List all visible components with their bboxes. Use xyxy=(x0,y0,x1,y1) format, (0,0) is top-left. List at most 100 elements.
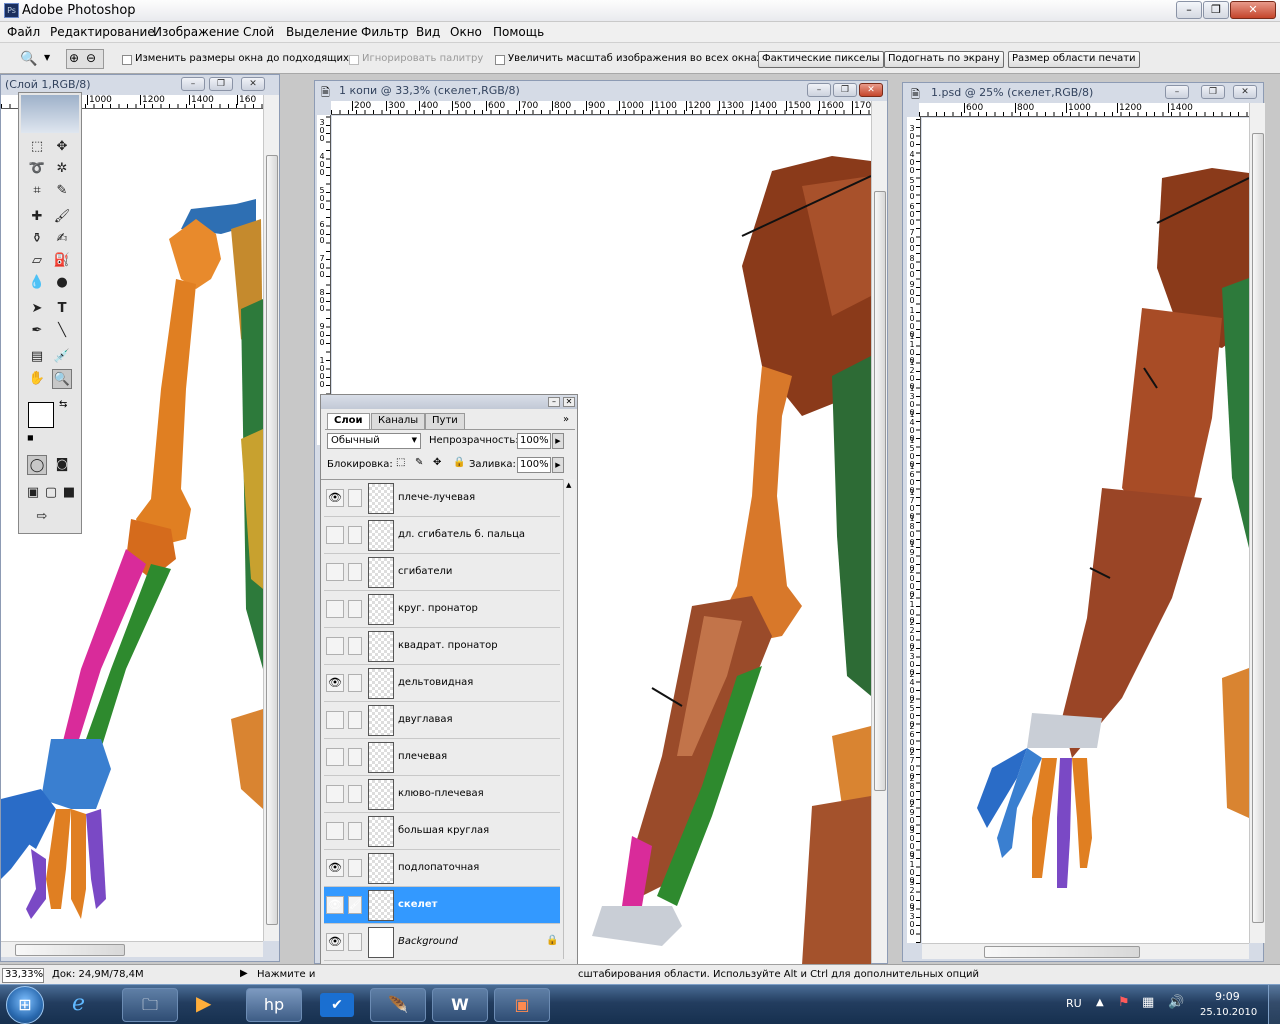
eye-icon[interactable]: 👁 xyxy=(326,859,344,877)
link-toggle[interactable] xyxy=(348,600,362,618)
menu-window[interactable]: Окно xyxy=(450,25,482,39)
marquee-tool-icon[interactable]: ⬚ xyxy=(27,137,47,157)
path-selection-tool-icon[interactable]: ➤ xyxy=(27,299,47,319)
full-screen-mode-icon[interactable]: ■ xyxy=(59,483,79,503)
eye-icon[interactable]: 👁 xyxy=(326,896,344,914)
link-toggle[interactable] xyxy=(348,933,362,951)
maximize-button[interactable]: ❐ xyxy=(1203,1,1229,19)
scroll-thumb[interactable] xyxy=(266,155,278,925)
layer-row[interactable]: двуглавая xyxy=(324,702,560,739)
hp-taskbar-button[interactable]: hp xyxy=(246,988,302,1022)
move-tool-icon[interactable]: ✥ xyxy=(52,137,72,157)
resize-windows-checkbox[interactable] xyxy=(122,55,132,65)
visibility-toggle[interactable] xyxy=(326,785,344,803)
doc-middle-vertical-scrollbar[interactable] xyxy=(871,101,887,963)
doc-middle-title[interactable]: 1 копи @ 33,3% (скелет,RGB/8) xyxy=(339,81,759,101)
fit-screen-button[interactable]: Подогнать по экрану xyxy=(884,51,1004,68)
lock-transparency-icon[interactable]: ⬚ xyxy=(396,457,405,468)
lock-position-icon[interactable]: ✥ xyxy=(433,457,441,468)
doc-left-maximize-button[interactable]: ❐ xyxy=(209,77,233,91)
scroll-up-icon[interactable]: ▲ xyxy=(566,481,571,489)
doc-middle-close-button[interactable]: ✕ xyxy=(859,83,883,97)
doc-middle-maximize-button[interactable]: ❐ xyxy=(833,83,857,97)
show-desktop-button[interactable] xyxy=(1268,985,1280,1024)
doc-right-vertical-scrollbar[interactable] xyxy=(1249,103,1265,943)
link-toggle[interactable] xyxy=(348,822,362,840)
visibility-toggle[interactable] xyxy=(326,822,344,840)
eyedropper-tool-icon[interactable]: 💉 xyxy=(52,347,72,367)
action-center-icon[interactable]: ⚑ xyxy=(1118,995,1130,1010)
default-colors-icon[interactable]: ◼ xyxy=(27,433,34,442)
link-toggle[interactable] xyxy=(348,674,362,692)
language-indicator[interactable]: RU xyxy=(1066,997,1082,1010)
layer-row[interactable]: дл. сгибатель б. пальца xyxy=(324,517,560,554)
tool-preset-dropdown-icon[interactable]: ▼ xyxy=(44,53,50,62)
magic-wand-tool-icon[interactable]: ✲ xyxy=(52,159,72,179)
visibility-toggle[interactable] xyxy=(326,600,344,618)
menu-help[interactable]: Помощь xyxy=(493,25,544,39)
doc-left-minimize-button[interactable]: – xyxy=(181,77,205,91)
full-screen-menu-mode-icon[interactable]: ▢ xyxy=(41,483,61,503)
layers-panel-titlebar[interactable] xyxy=(321,395,577,409)
doc-right-maximize-button[interactable]: ❐ xyxy=(1201,85,1225,99)
link-toggle[interactable] xyxy=(348,637,362,655)
actual-pixels-button[interactable]: Фактические пикселы xyxy=(758,51,884,68)
link-toggle[interactable] xyxy=(348,785,362,803)
menu-file[interactable]: Файл xyxy=(7,25,40,39)
menu-edit[interactable]: Редактирование xyxy=(50,25,155,39)
opacity-input[interactable]: 100% xyxy=(517,433,551,449)
panel-menu-icon[interactable]: » xyxy=(563,414,569,425)
doc-right-minimize-button[interactable]: – xyxy=(1165,85,1189,99)
history-brush-tool-icon[interactable]: ✍ xyxy=(52,229,72,249)
layer-row[interactable]: 👁 дельтовидная xyxy=(324,665,560,702)
visibility-toggle[interactable] xyxy=(326,748,344,766)
standard-mode-icon[interactable]: ◯ xyxy=(27,455,47,475)
standard-screen-mode-icon[interactable]: ▣ xyxy=(23,483,43,503)
doc-right-close-button[interactable]: ✕ xyxy=(1233,85,1257,99)
clone-stamp-tool-icon[interactable]: ⚱ xyxy=(27,229,47,249)
layer-row[interactable]: 👁 плече-лучевая xyxy=(324,480,560,517)
menu-view[interactable]: Вид xyxy=(416,25,440,39)
blur-tool-icon[interactable]: 💧 xyxy=(27,273,47,293)
menu-select[interactable]: Выделение xyxy=(286,25,357,39)
status-menu-arrow-icon[interactable]: ▶ xyxy=(240,968,248,979)
menu-filter[interactable]: Фильтр xyxy=(361,25,408,39)
photoshop-taskbar-button[interactable]: 🪶 xyxy=(370,988,426,1022)
print-size-button[interactable]: Размер области печати xyxy=(1008,51,1140,68)
layer-row[interactable]: плечевая xyxy=(324,739,560,776)
doc-left-close-button[interactable]: ✕ xyxy=(241,77,265,91)
tab-layers[interactable]: Слои xyxy=(327,413,370,429)
link-toggle[interactable] xyxy=(348,711,362,729)
eye-icon[interactable]: 👁 xyxy=(326,933,344,951)
slice-tool-icon[interactable]: ✎ xyxy=(52,181,72,201)
layer-row[interactable]: 👁 Background 🔒 xyxy=(324,924,560,961)
healing-brush-tool-icon[interactable]: ✚ xyxy=(27,207,47,227)
tab-channels[interactable]: Каналы xyxy=(371,413,426,429)
doc-right-title[interactable]: 1.psd @ 25% (скелет,RGB/8) xyxy=(931,83,1171,103)
layer-row[interactable]: круг. пронатор xyxy=(324,591,560,628)
doc-right-horizontal-scrollbar[interactable] xyxy=(922,943,1249,959)
brush-icon[interactable]: 🖌 xyxy=(348,896,362,914)
scroll-thumb[interactable] xyxy=(1252,133,1264,923)
ignore-palettes-checkbox[interactable] xyxy=(349,55,359,65)
minimize-button[interactable]: – xyxy=(1176,1,1202,19)
scroll-thumb[interactable] xyxy=(984,946,1140,958)
clock-time[interactable]: 9:09 xyxy=(1215,990,1240,1003)
scroll-thumb[interactable] xyxy=(15,944,125,956)
lock-all-icon[interactable]: 🔒 xyxy=(453,457,465,468)
zoom-in-icon[interactable]: ⊕ xyxy=(69,51,79,65)
type-tool-icon[interactable]: T xyxy=(52,299,72,319)
network-icon[interactable]: ▦ xyxy=(1142,995,1154,1010)
layer-row[interactable]: сгибатели xyxy=(324,554,560,591)
internet-explorer-icon[interactable]: ℯ xyxy=(72,991,85,1016)
panel-close-button[interactable]: ✕ xyxy=(563,397,575,407)
link-toggle[interactable] xyxy=(348,526,362,544)
hand-tool-icon[interactable]: ✋ xyxy=(27,369,47,389)
foreground-color-swatch[interactable] xyxy=(28,402,54,428)
zoom-tool-icon[interactable]: 🔍 xyxy=(20,51,37,67)
doc-left-vertical-scrollbar[interactable] xyxy=(263,95,279,941)
zoom-out-icon[interactable]: ⊖ xyxy=(86,51,96,65)
layer-list-scrollbar[interactable]: ▲ xyxy=(563,479,575,959)
layer-row[interactable]: квадрат. пронатор xyxy=(324,628,560,665)
fill-slider-button[interactable]: ▶ xyxy=(552,457,564,473)
